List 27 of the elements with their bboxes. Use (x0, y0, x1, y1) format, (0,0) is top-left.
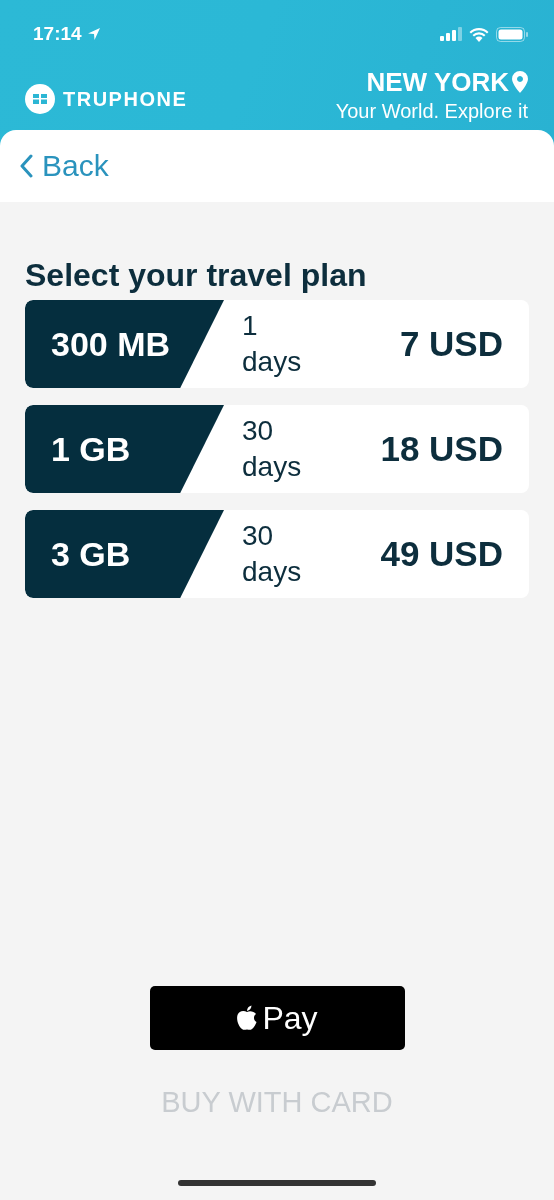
signal-icon (440, 27, 462, 41)
plan-option[interactable]: 1 GB 30 days 18 USD (25, 405, 529, 493)
back-button[interactable]: Back (20, 149, 109, 183)
plan-price: 7 USD (399, 324, 503, 364)
city-name: NEW YORK (366, 66, 509, 98)
battery-icon (496, 26, 528, 42)
plan-option[interactable]: 300 MB 1 days 7 USD (25, 300, 529, 388)
chevron-left-icon (20, 154, 34, 178)
wifi-icon (469, 26, 489, 42)
plan-price: 49 USD (380, 534, 503, 574)
plan-duration: 30 days (242, 519, 302, 589)
plan-duration: 30 days (242, 414, 302, 484)
plan-duration: 1 days (242, 309, 302, 379)
status-time: 17:14 (33, 23, 82, 45)
apple-pay-button[interactable]: Pay (149, 986, 405, 1050)
location-pin-icon (512, 71, 528, 93)
page-title: Select your travel plan (25, 256, 368, 295)
tagline: Your World. Explore it (335, 99, 528, 124)
brand-name: TRUPHONE (63, 87, 188, 111)
plan-option[interactable]: 3 GB 30 days 49 USD (25, 510, 529, 598)
logo-icon (25, 84, 55, 114)
data-amount-label: 300 MB (25, 300, 224, 388)
plan-price: 18 USD (380, 429, 503, 469)
apple-icon (236, 1005, 259, 1031)
data-amount-label: 3 GB (25, 510, 224, 598)
location-arrow-icon (86, 27, 101, 41)
data-amount-label: 1 GB (25, 405, 224, 493)
